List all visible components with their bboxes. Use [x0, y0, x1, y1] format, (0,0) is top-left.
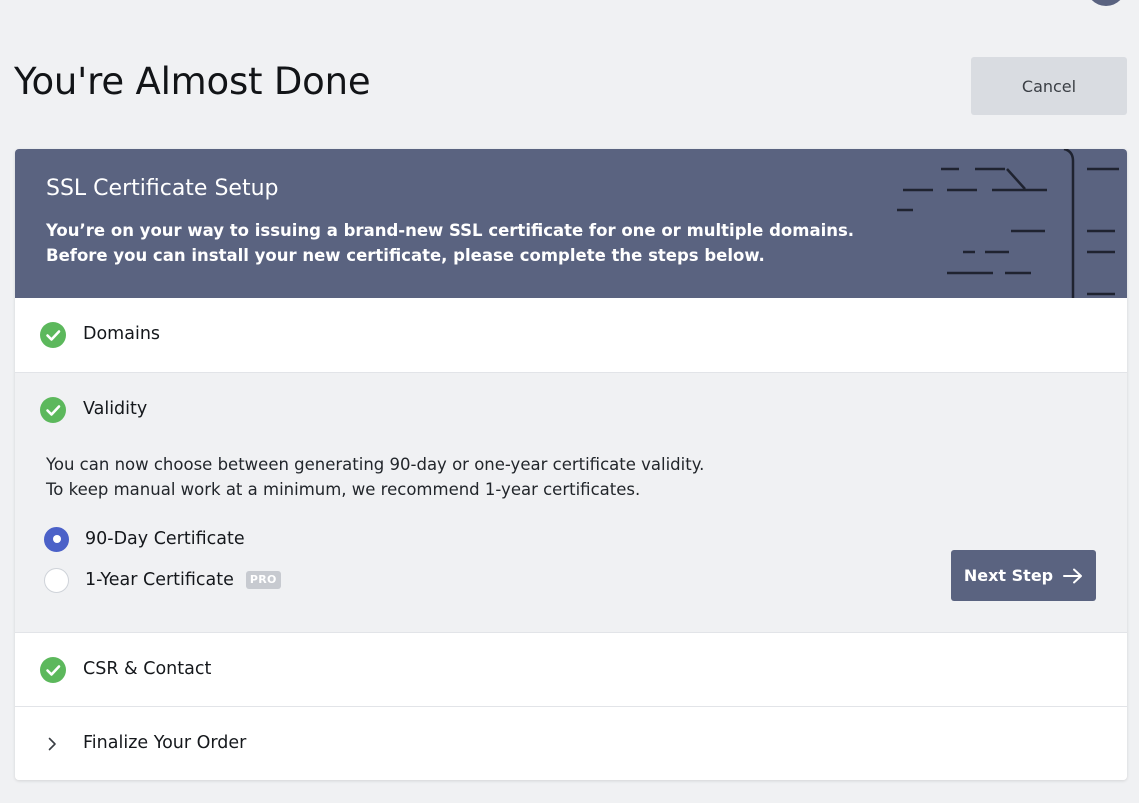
radio-90-day[interactable]: 90-Day Certificate — [44, 526, 245, 552]
check-circle-icon — [40, 397, 66, 423]
step-csr-contact-header[interactable]: CSR & Contact — [15, 633, 1127, 706]
check-circle-icon — [40, 322, 66, 348]
step-label: Domains — [83, 324, 161, 344]
chevron-right-icon — [48, 737, 56, 751]
card-description-line: Before you can install your new certific… — [46, 246, 765, 265]
pro-badge: PRO — [245, 571, 281, 589]
step-domains-header[interactable]: Domains — [15, 298, 1127, 371]
cancel-button[interactable]: Cancel — [971, 57, 1127, 115]
card-description: You’re on your way to issuing a brand-ne… — [46, 218, 866, 268]
page-title: You're Almost Done — [14, 60, 371, 103]
radio-1-year[interactable]: 1-Year Certificate PRO — [44, 567, 281, 593]
radio-button[interactable] — [44, 567, 69, 593]
decorative-lines-icon — [897, 149, 1119, 298]
next-step-label: Next Step — [963, 566, 1054, 585]
step-finalize-order: Finalize Your Order — [15, 706, 1127, 780]
step-domains: Domains — [15, 298, 1127, 372]
step-finalize-order-header[interactable]: Finalize Your Order — [15, 707, 1127, 780]
check-circle-icon — [40, 657, 66, 683]
step-label: Validity — [83, 399, 148, 419]
step-validity-header[interactable]: Validity — [15, 373, 1127, 446]
validity-description-line: To keep manual work at a minimum, we rec… — [46, 480, 641, 499]
step-validity: Validity You can now choose between gene… — [15, 372, 1127, 632]
radio-label: 1-Year Certificate — [85, 570, 234, 590]
card-title: SSL Certificate Setup — [46, 176, 279, 201]
card-header: SSL Certificate Setup You’re on your way… — [15, 149, 1127, 298]
setup-card: SSL Certificate Setup You’re on your way… — [15, 149, 1127, 780]
avatar[interactable] — [1086, 0, 1126, 6]
radio-label: 90-Day Certificate — [85, 529, 245, 549]
step-csr-contact: CSR & Contact — [15, 632, 1127, 706]
radio-button-selected[interactable] — [44, 526, 69, 552]
step-label: Finalize Your Order — [83, 733, 247, 753]
card-description-line: You’re on your way to issuing a brand-ne… — [46, 221, 855, 240]
next-step-button[interactable]: Next Step — [951, 550, 1096, 601]
step-label: CSR & Contact — [83, 659, 212, 679]
validity-description-line: You can now choose between generating 90… — [46, 455, 705, 474]
validity-description: You can now choose between generating 90… — [46, 452, 704, 502]
arrow-right-icon — [1063, 568, 1083, 583]
